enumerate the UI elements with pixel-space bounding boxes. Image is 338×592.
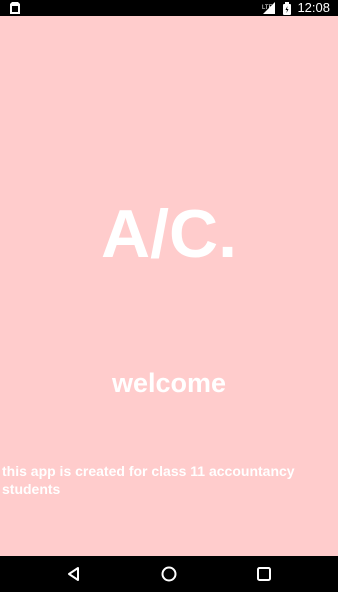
back-button[interactable] bbox=[64, 564, 84, 584]
welcome-heading: welcome bbox=[111, 368, 227, 398]
recents-button[interactable] bbox=[254, 564, 274, 584]
status-bar: LTE 12:08 bbox=[0, 0, 338, 16]
recents-icon bbox=[254, 564, 274, 584]
status-time: 12:08 bbox=[297, 0, 330, 15]
svg-text:LTE: LTE bbox=[262, 5, 273, 11]
navigation-bar bbox=[0, 556, 338, 592]
sim-card-icon bbox=[10, 2, 20, 14]
home-button[interactable] bbox=[159, 564, 179, 584]
battery-icon bbox=[283, 1, 292, 15]
signal-lte-icon: LTE bbox=[261, 2, 277, 14]
status-right: LTE 12:08 bbox=[261, 0, 330, 16]
app-content: A/C. welcome this app is created for cla… bbox=[0, 16, 338, 556]
back-icon bbox=[64, 564, 84, 584]
home-icon bbox=[159, 564, 179, 584]
app-logo-text: A/C. bbox=[101, 196, 237, 272]
app-description: this app is created for class 11 account… bbox=[2, 463, 295, 497]
